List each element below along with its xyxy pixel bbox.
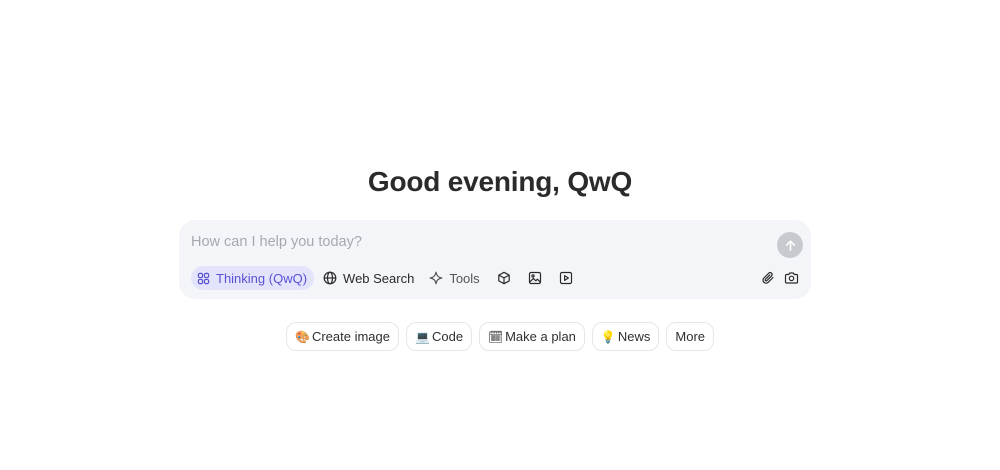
suggestion-news[interactable]: 💡 News [591, 322, 660, 351]
lightbulb-icon: 💡 [600, 329, 616, 344]
calendar-icon: 🗓 [488, 329, 504, 344]
thinking-icon [197, 272, 210, 284]
video-icon [559, 271, 572, 285]
artifacts-button[interactable] [496, 266, 512, 290]
cube-icon [497, 271, 510, 285]
sparkle-icon [429, 271, 443, 285]
suggestion-create-image[interactable]: 🎨 Create image [285, 322, 399, 351]
tools-label: Tools [449, 270, 480, 286]
suggestion-label: News [617, 329, 651, 344]
suggestion-chips: 🎨 Create image 💻 Code 🗓 Make a plan 💡 Ne… [0, 322, 1000, 351]
image-generation-button[interactable] [527, 266, 543, 290]
globe-icon [323, 271, 337, 285]
chat-composer: Thinking (QwQ) Web Search Tools [179, 220, 811, 299]
web-search-toggle[interactable]: Web Search [323, 266, 414, 290]
camera-button[interactable] [783, 266, 799, 290]
suggestion-make-a-plan[interactable]: 🗓 Make a plan [479, 322, 585, 351]
suggestion-label: Create image [311, 329, 390, 344]
attach-button[interactable] [760, 266, 776, 290]
palette-icon: 🎨 [294, 329, 310, 344]
suggestion-more[interactable]: More [666, 322, 715, 351]
tools-button[interactable]: Tools [429, 266, 480, 290]
suggestion-code[interactable]: 💻 Code [406, 322, 473, 351]
suggestion-label: Make a plan [505, 329, 576, 344]
web-search-label: Web Search [343, 270, 415, 286]
video-generation-button[interactable] [558, 266, 574, 290]
suggestion-label: More [675, 329, 706, 344]
composer-toolbar: Thinking (QwQ) Web Search Tools [191, 266, 589, 290]
suggestion-label: Code [432, 329, 464, 344]
composer-right-tools [753, 266, 799, 290]
image-icon [528, 271, 541, 285]
thinking-label: Thinking (QwQ) [216, 270, 308, 286]
camera-icon [784, 272, 798, 284]
send-button[interactable] [777, 232, 803, 258]
arrow-up-icon [785, 239, 795, 251]
laptop-icon: 💻 [415, 329, 430, 344]
thinking-toggle[interactable]: Thinking (QwQ) [191, 266, 315, 290]
paperclip-icon [762, 272, 774, 284]
greeting-title: Good evening, QwQ [367, 166, 633, 197]
prompt-input[interactable] [191, 230, 761, 254]
